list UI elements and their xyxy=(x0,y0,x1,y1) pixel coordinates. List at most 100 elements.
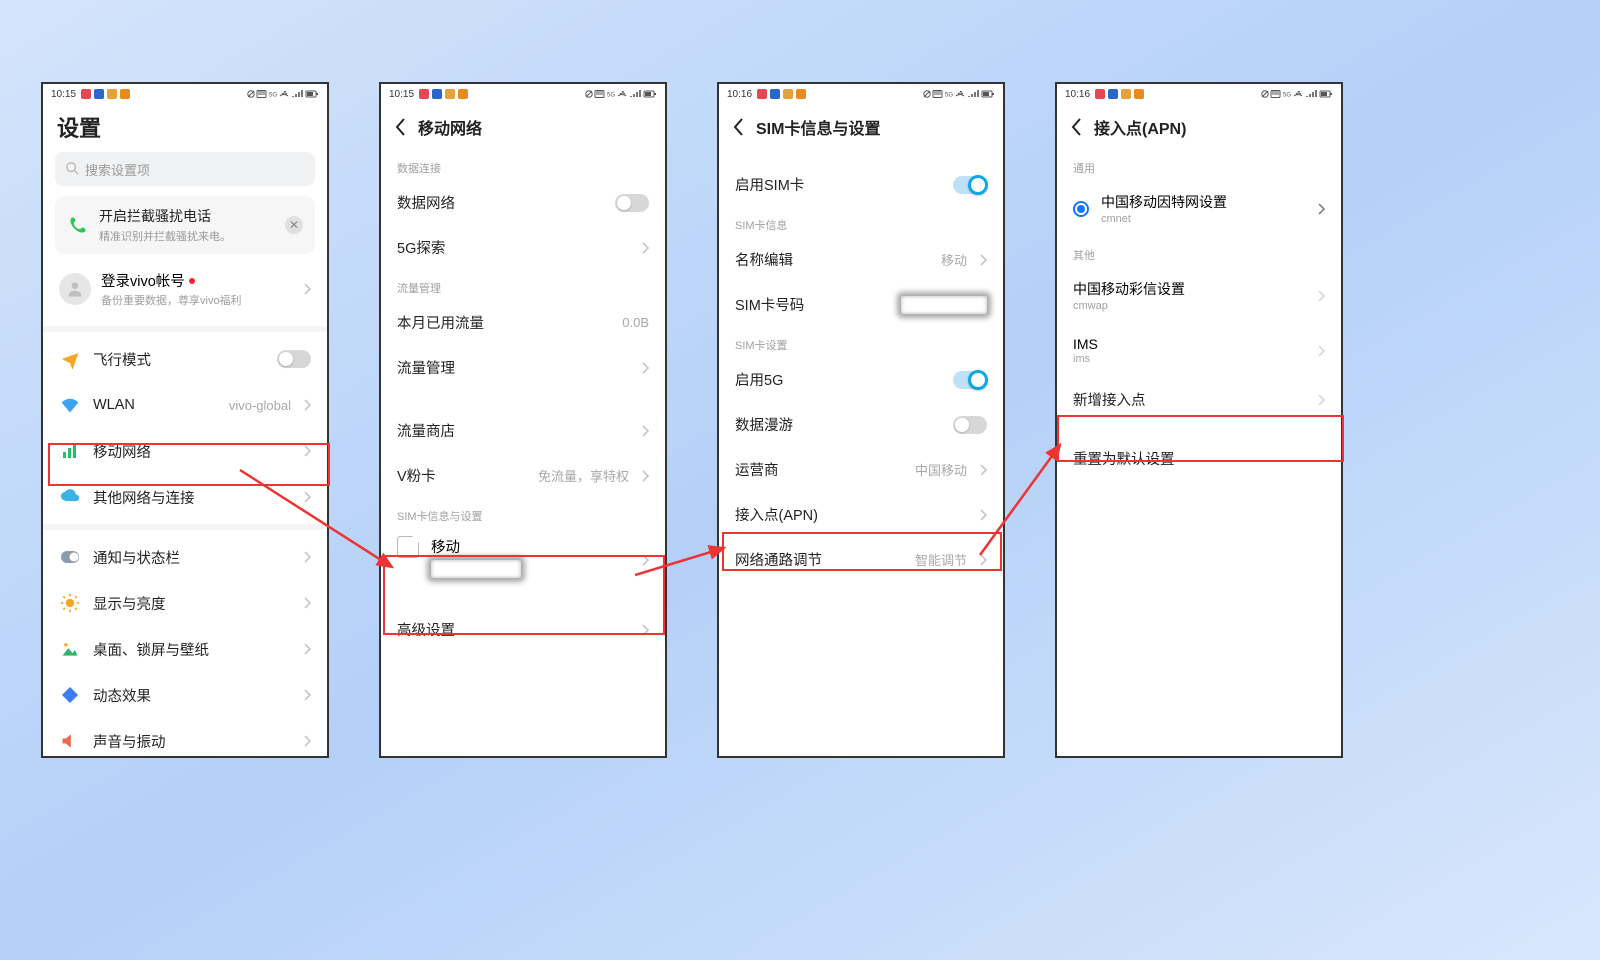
svg-text:5G: 5G xyxy=(269,93,277,99)
row-animation-effects[interactable]: 动态效果 xyxy=(43,672,327,718)
chevron-right-icon xyxy=(979,254,987,266)
back-icon[interactable] xyxy=(395,118,406,136)
row-other-connections[interactable]: 其他网络与连接 xyxy=(43,474,327,520)
row-value: 免流量，享特权 xyxy=(538,466,629,485)
row-label: 名称编辑 xyxy=(735,249,929,270)
row-value: vivo-global xyxy=(229,398,291,413)
row-add-apn[interactable]: 新增接入点 xyxy=(1057,377,1341,422)
row-apn-cmnet[interactable]: 中国移动因特网设置 cmnet xyxy=(1057,180,1341,237)
row-network-path[interactable]: 网络通路调节 智能调节 xyxy=(719,537,1003,582)
row-notifications[interactable]: 通知与状态栏 xyxy=(43,534,327,580)
enable-5g-toggle[interactable] xyxy=(953,371,987,389)
apn-subtitle: cmnet xyxy=(1101,213,1305,225)
row-wlan[interactable]: WLAN vivo-global xyxy=(43,382,327,428)
row-label: 飞行模式 xyxy=(93,349,265,370)
account-title: 登录vivo帐号 xyxy=(101,270,185,291)
section-label: SIM卡信息 xyxy=(719,207,1003,237)
roaming-toggle[interactable] xyxy=(953,416,987,434)
row-display[interactable]: 显示与亮度 xyxy=(43,580,327,626)
row-label: 启用SIM卡 xyxy=(735,174,941,195)
section-label: 流量管理 xyxy=(381,270,665,300)
row-enable-sim[interactable]: 启用SIM卡 xyxy=(719,162,1003,207)
row-enable-5g[interactable]: 启用5G xyxy=(719,357,1003,402)
signal-bars-icon xyxy=(59,440,81,462)
row-label: 运营商 xyxy=(735,459,903,480)
status-app-icon xyxy=(1134,89,1144,99)
row-label: 流量商店 xyxy=(397,420,629,441)
settings-search[interactable]: 搜索设置项 xyxy=(55,152,315,186)
back-icon[interactable] xyxy=(1071,118,1082,136)
chevron-right-icon xyxy=(641,470,649,482)
status-app-icon xyxy=(81,89,91,99)
phone-screen-apn: 10:16 5G 接入点(APN) 通用 中国移动因特网设置 cmnet 其他 … xyxy=(1055,82,1343,758)
status-app-icon xyxy=(770,89,780,99)
row-reset-apn[interactable]: 重置为默认设置 xyxy=(1057,436,1341,481)
row-apn[interactable]: 接入点(APN) xyxy=(719,492,1003,537)
row-label: 本月已用流量 xyxy=(397,312,610,333)
row-data-roaming[interactable]: 数据漫游 xyxy=(719,402,1003,447)
back-icon[interactable] xyxy=(733,118,744,136)
row-label: 接入点(APN) xyxy=(735,504,967,525)
data-network-toggle[interactable] xyxy=(615,194,649,212)
row-data-used[interactable]: 本月已用流量 0.0B xyxy=(381,300,665,345)
block-calls-banner[interactable]: 开启拦截骚扰电话 精准识别并拦截骚扰来电。 ✕ xyxy=(55,196,315,254)
row-sim-number[interactable]: SIM卡号码 xyxy=(719,282,1003,327)
status-clock: 10:15 xyxy=(51,89,76,100)
row-label: 数据网络 xyxy=(397,192,603,213)
account-row[interactable]: 登录vivo帐号 备份重要数据，尊享vivo福利 xyxy=(55,264,315,314)
cloud-icon xyxy=(59,486,81,508)
row-v-card[interactable]: V粉卡 免流量，享特权 xyxy=(381,453,665,498)
enable-sim-toggle[interactable] xyxy=(953,176,987,194)
red-dot-icon xyxy=(189,278,195,284)
row-sim-card[interactable]: 移动 xyxy=(381,528,665,597)
sun-icon xyxy=(59,592,81,614)
row-apn-cmwap[interactable]: 中国移动彩信设置 cmwap xyxy=(1057,267,1341,324)
row-data-shop[interactable]: 流量商店 xyxy=(381,408,665,453)
row-mobile-network[interactable]: 移动网络 xyxy=(43,428,327,474)
section-label: 其他 xyxy=(1057,237,1341,267)
banner-close-icon[interactable]: ✕ xyxy=(285,216,303,234)
chevron-right-icon xyxy=(641,242,649,254)
row-advanced[interactable]: 高级设置 xyxy=(381,607,665,652)
status-app-icon xyxy=(1121,89,1131,99)
row-label: 启用5G xyxy=(735,369,941,390)
avatar-icon xyxy=(59,273,91,305)
row-label: 移动网络 xyxy=(93,441,291,462)
apn-title: IMS xyxy=(1073,336,1305,352)
row-data-network[interactable]: 数据网络 xyxy=(381,180,665,225)
apn-subtitle: cmwap xyxy=(1073,300,1305,312)
row-label: 网络通路调节 xyxy=(735,549,903,570)
row-name-edit[interactable]: 名称编辑 移动 xyxy=(719,237,1003,282)
chevron-right-icon xyxy=(303,445,311,457)
chevron-right-icon xyxy=(303,689,311,701)
section-label: 数据连接 xyxy=(381,150,665,180)
page-header: 移动网络 xyxy=(381,104,665,150)
row-label: V粉卡 xyxy=(397,465,526,486)
status-clock: 10:15 xyxy=(389,89,414,100)
page-header: 接入点(APN) xyxy=(1057,104,1341,150)
row-sound[interactable]: 声音与振动 xyxy=(43,718,327,758)
redacted-text xyxy=(901,296,987,314)
sim-card-icon xyxy=(397,536,419,558)
row-data-management[interactable]: 流量管理 xyxy=(381,345,665,390)
row-label: 重置为默认设置 xyxy=(1073,448,1325,469)
row-5g-explore[interactable]: 5G探索 xyxy=(381,225,665,270)
chevron-right-icon xyxy=(979,509,987,521)
status-clock: 10:16 xyxy=(1065,89,1090,100)
row-carrier[interactable]: 运营商 中国移动 xyxy=(719,447,1003,492)
row-airplane-mode[interactable]: 飞行模式 xyxy=(43,336,327,382)
phone-screen-sim-settings: 10:16 5G SIM卡信息与设置 启用SIM卡 SIM卡信息 名称编辑 移动… xyxy=(717,82,1005,758)
speaker-icon xyxy=(59,730,81,752)
status-app-icon xyxy=(120,89,130,99)
chevron-right-icon xyxy=(1317,394,1325,406)
row-apn-ims[interactable]: IMS ims xyxy=(1057,324,1341,377)
chevron-right-icon xyxy=(303,735,311,747)
radio-selected-icon[interactable] xyxy=(1073,201,1089,217)
row-wallpaper[interactable]: 桌面、锁屏与壁纸 xyxy=(43,626,327,672)
chevron-right-icon xyxy=(303,597,311,609)
row-label: 动态效果 xyxy=(93,685,291,706)
airplane-toggle[interactable] xyxy=(277,350,311,368)
section-label: SIM卡信息与设置 xyxy=(381,498,665,528)
row-label: 流量管理 xyxy=(397,357,629,378)
redacted-text xyxy=(431,560,521,578)
